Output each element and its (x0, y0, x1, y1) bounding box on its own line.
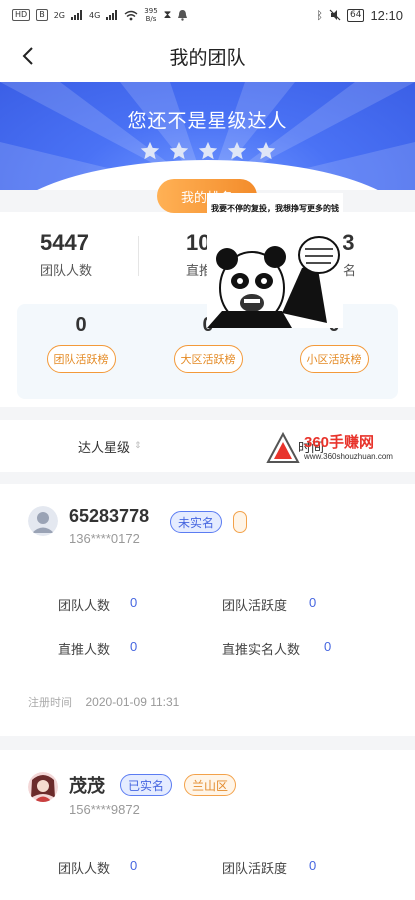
stat-team-count: 5447 团队人数 (40, 230, 92, 279)
notification-icon (178, 10, 188, 21)
region-badge: 兰山区 (184, 774, 237, 796)
mute-icon (329, 9, 341, 21)
signal-bars-icon (70, 10, 82, 20)
page-title: 我的团队 (169, 46, 246, 69)
nav-bar: 我的团队 (0, 30, 415, 82)
team-count-value: 0 (130, 595, 138, 610)
b-chip: B (36, 9, 48, 21)
team-count-value: 0 (130, 858, 138, 873)
star-level-sort[interactable]: 达人星级 ⇕ (78, 437, 142, 456)
star-icon (198, 141, 217, 160)
register-time-value: 2020-01-09 11:31 (85, 695, 180, 709)
team-count-label: 团队人数 (58, 862, 111, 877)
triangle-logo-icon (266, 432, 300, 463)
team-activity-value: 0 (75, 314, 87, 336)
watermark-name: 360手赚网 (304, 434, 375, 451)
network-speed: 395 B/s (144, 7, 158, 23)
team-count-value: 5447 (40, 230, 89, 255)
star-icon (227, 141, 246, 160)
member-phone: 136****0172 (69, 531, 140, 546)
status-badge: 未实名 (170, 511, 223, 533)
clock: 12:10 (370, 7, 403, 23)
region-badge (233, 511, 247, 533)
direct-count-value: 0 (130, 639, 138, 654)
signal-4g-label: 4G (88, 10, 101, 20)
signal-bars-icon-2 (106, 10, 118, 20)
hd-chip: HD (12, 9, 31, 21)
back-button[interactable] (14, 42, 42, 70)
banner-rays (0, 82, 415, 190)
chevron-left-icon (22, 47, 33, 65)
direct-realname-value: 0 (324, 639, 332, 654)
team-activity-value: 0 (309, 595, 317, 610)
battery-indicator: 64 (347, 8, 365, 22)
member-id: 65283778 (69, 506, 150, 526)
star-icon (169, 141, 188, 160)
watermark-url: www.360shouzhuan.com (304, 452, 393, 461)
avatar (28, 772, 58, 802)
subregion-activity-rank-button[interactable]: 小区活跃榜 (299, 345, 369, 373)
default-avatar-icon (28, 506, 58, 536)
stat-divider (138, 236, 139, 276)
team-activity-rank-button[interactable]: 团队活跃榜 (46, 345, 116, 373)
avatar (28, 506, 58, 536)
direct-realname-label: 直推实名人数 (222, 643, 301, 658)
hourglass-icon: ⧗ (163, 8, 172, 21)
register-time-label: 注册时间 (28, 696, 72, 709)
star-icon (140, 141, 159, 160)
member-card[interactable]: 茂茂 已实名 兰山区 156****9872 团队人数 0 团队活跃度 0 (0, 750, 415, 900)
member-card[interactable]: 65283778 未实名 136****0172 团队人数 0 团队活跃度 0 … (0, 484, 415, 736)
user-photo-icon (28, 772, 58, 802)
status-left: HD B 2G 4G 395 B/s ⧗ (12, 7, 188, 23)
team-activity-col: 0 团队活跃榜 (41, 314, 121, 373)
team-activity-label: 团队活跃度 (222, 862, 288, 877)
signal-icon: 2G (53, 10, 65, 20)
sort-arrow-icon: ⇕ (134, 441, 142, 451)
panda-icon (207, 236, 340, 328)
banner-title: 您还不是星级达人 (127, 110, 288, 132)
team-count-label: 团队人数 (58, 599, 111, 614)
direct-count-label: 直推人数 (58, 643, 111, 658)
star-rating (0, 140, 415, 162)
status-right: ᛒ 64 12:10 (316, 8, 403, 23)
star-banner: 您还不是星级达人 (0, 82, 415, 190)
panda-meme-sticker: 我要不停的复投，我想挣写更多的钱 (207, 193, 343, 328)
team-activity-value: 0 (309, 858, 317, 873)
register-time: 注册时间 2020-01-09 11:31 (28, 694, 179, 710)
region-activity-rank-button[interactable]: 大区活跃榜 (173, 345, 243, 373)
team-activity-label: 团队活跃度 (222, 599, 288, 614)
member-phone: 156****9872 (69, 802, 140, 817)
bluetooth-icon: ᛒ (316, 8, 323, 22)
member-id: 茂茂 (69, 776, 105, 796)
star-level-label: 达人星级 (78, 440, 131, 456)
star-icon (256, 141, 275, 160)
status-bar: HD B 2G 4G 395 B/s ⧗ ᛒ 64 12:10 (0, 0, 415, 30)
team-count-label: 团队人数 (40, 264, 93, 279)
watermark-logo: 360手赚网 www.360shouzhuan.com (262, 428, 412, 470)
wifi-icon (124, 10, 138, 20)
status-badge: 已实名 (120, 774, 173, 796)
